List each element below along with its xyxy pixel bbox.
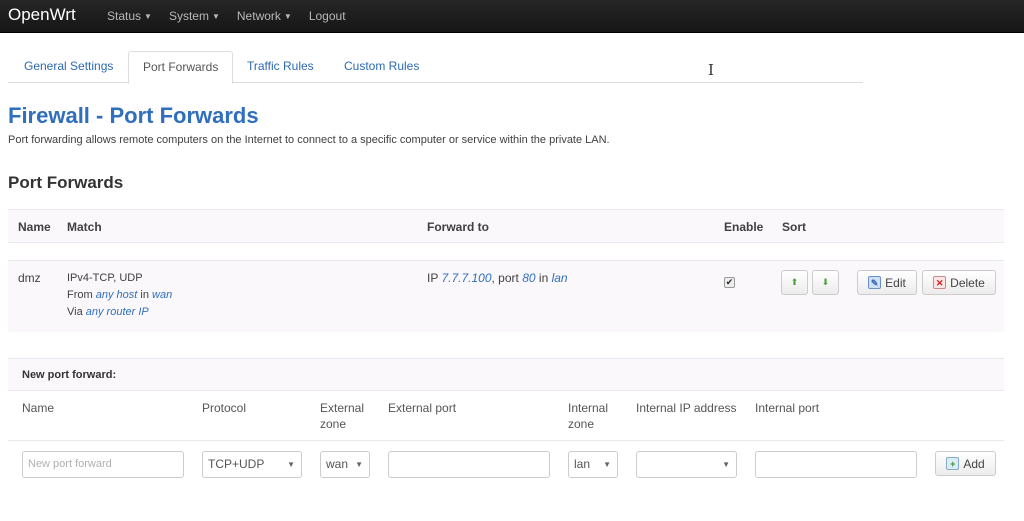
caret-down-icon: ▼	[144, 12, 152, 21]
external-zone-value: wan	[326, 457, 349, 471]
protocol-value: TCP+UDP	[208, 457, 265, 471]
page-title: Firewall - Port Forwards	[8, 103, 259, 128]
delete-button[interactable]: ✕ Delete	[922, 270, 996, 295]
match-from: From any host in wan	[67, 287, 172, 304]
main-menu: Status ▼ System ▼ Network ▼ Logout	[107, 9, 363, 23]
external-zone-select[interactable]: wan ▼	[320, 451, 370, 478]
table-header: Name Match Forward to Enable Sort	[8, 209, 1004, 243]
from-zone-link: wan	[152, 289, 173, 301]
edit-icon: ✎	[868, 276, 882, 289]
tab-traffic-rules[interactable]: Traffic Rules	[233, 51, 328, 83]
delete-label: Delete	[950, 275, 985, 290]
header-sort: Sort	[782, 220, 806, 234]
internal-zone-value: lan	[574, 457, 591, 471]
header-forward-to: Forward to	[427, 220, 489, 234]
caret-down-icon: ▼	[211, 12, 220, 21]
menu-logout[interactable]: Logout	[309, 9, 346, 23]
col-external-zone-line1: External	[320, 401, 365, 415]
menu-status-label: Status	[107, 9, 142, 23]
from-host-link: any host	[95, 289, 138, 301]
new-forward-inputs: New port forward TCP+UDP ▼ wan ▼ lan ▼ ▼ + A…	[8, 441, 1004, 491]
menu-system[interactable]: System ▼	[169, 9, 220, 23]
dropdown-arrow-icon: ▼	[722, 460, 730, 469]
add-icon: +	[946, 457, 960, 470]
sort-up-button[interactable]: ⬆	[781, 270, 808, 295]
in-prefix: in	[535, 271, 552, 285]
section-title: Port Forwards	[8, 173, 124, 192]
tab-bar: General Settings Port Forwards Traffic R…	[8, 51, 863, 84]
arrow-down-icon: ⬇	[821, 277, 830, 287]
external-port-input[interactable]	[388, 451, 550, 478]
dropdown-arrow-icon: ▼	[355, 460, 363, 469]
add-label: Add	[963, 456, 985, 471]
match-via: Via any router IP	[67, 304, 172, 321]
col-external-port: External port	[388, 401, 457, 415]
menu-status[interactable]: Status ▼	[107, 9, 152, 23]
protocol-select[interactable]: TCP+UDP ▼	[202, 451, 302, 478]
rule-match: IPv4-TCP, UDP From any host in wan Via a…	[67, 270, 172, 321]
text-cursor-icon: I	[708, 61, 714, 79]
col-name: Name	[22, 401, 55, 415]
via-ip-link: any router IP	[85, 306, 149, 318]
edit-label: Edit	[885, 275, 906, 290]
page-description: Port forwarding allows remote computers …	[8, 134, 610, 146]
new-forward-header: New port forward:	[8, 358, 1004, 391]
internal-zone-select[interactable]: lan ▼	[568, 451, 618, 478]
col-internal-zone-line2: zone	[568, 417, 595, 431]
new-forward-heading: New port forward:	[22, 369, 117, 381]
menu-network[interactable]: Network ▼	[237, 9, 292, 23]
new-forward-columns: Name Protocol External zone External port…	[8, 391, 1004, 441]
rule-forward-to: IP 7.7.7.100, port 80 in lan	[427, 270, 568, 287]
top-navbar: OpenWrt Status ▼ System ▼ Network ▼ Logout	[0, 0, 1024, 33]
port-forwards-table: Name Match Forward to Enable Sort dmz IP…	[8, 209, 1004, 332]
col-internal-zone-line1: Internal	[568, 401, 609, 415]
add-button[interactable]: + Add	[935, 451, 996, 476]
col-external-zone: External zone	[320, 400, 364, 432]
col-internal-ip: Internal IP address	[636, 401, 737, 415]
col-internal-zone: Internal zone	[568, 400, 608, 432]
col-internal-port: Internal port	[755, 401, 820, 415]
col-protocol: Protocol	[202, 401, 247, 415]
caret-down-icon: ▼	[283, 12, 292, 21]
menu-system-label: System	[168, 9, 209, 23]
header-name: Name	[18, 220, 51, 234]
tab-general-settings[interactable]: General Settings	[10, 51, 127, 83]
dropdown-arrow-icon: ▼	[287, 460, 295, 469]
edit-button[interactable]: ✎ Edit	[857, 270, 917, 295]
rule-name: dmz	[18, 271, 41, 285]
port-prefix: , port	[491, 271, 523, 285]
internal-ip-select[interactable]: ▼	[636, 451, 737, 478]
brand-logo[interactable]: OpenWrt	[8, 5, 76, 25]
forward-port: 80	[522, 271, 536, 285]
sort-down-button[interactable]: ⬇	[812, 270, 839, 295]
match-protocol: IPv4-TCP, UDP	[67, 272, 143, 284]
menu-network-label: Network	[236, 9, 281, 23]
tab-port-forwards[interactable]: Port Forwards	[128, 51, 234, 84]
arrow-up-icon: ⬆	[790, 277, 799, 287]
internal-port-input[interactable]	[755, 451, 917, 478]
header-enable: Enable	[724, 220, 764, 234]
from-in: in	[137, 289, 153, 301]
from-prefix: From	[67, 289, 96, 301]
tab-custom-rules[interactable]: Custom Rules	[330, 51, 433, 83]
name-input[interactable]: New port forward	[22, 451, 184, 478]
table-row: dmz IPv4-TCP, UDP From any host in wan V…	[8, 260, 1004, 332]
forward-zone: lan	[551, 271, 568, 285]
dropdown-arrow-icon: ▼	[603, 460, 611, 469]
col-external-zone-line2: zone	[320, 417, 347, 431]
new-port-forward-section: New port forward: Name Protocol External…	[8, 358, 1004, 491]
delete-icon: ✕	[933, 276, 947, 289]
enable-checkbox[interactable]: ✔	[724, 277, 735, 288]
via-prefix: Via	[67, 306, 86, 318]
header-match: Match	[67, 220, 102, 234]
forward-ip: 7.7.7.100	[441, 271, 492, 285]
ip-prefix: IP	[427, 271, 442, 285]
